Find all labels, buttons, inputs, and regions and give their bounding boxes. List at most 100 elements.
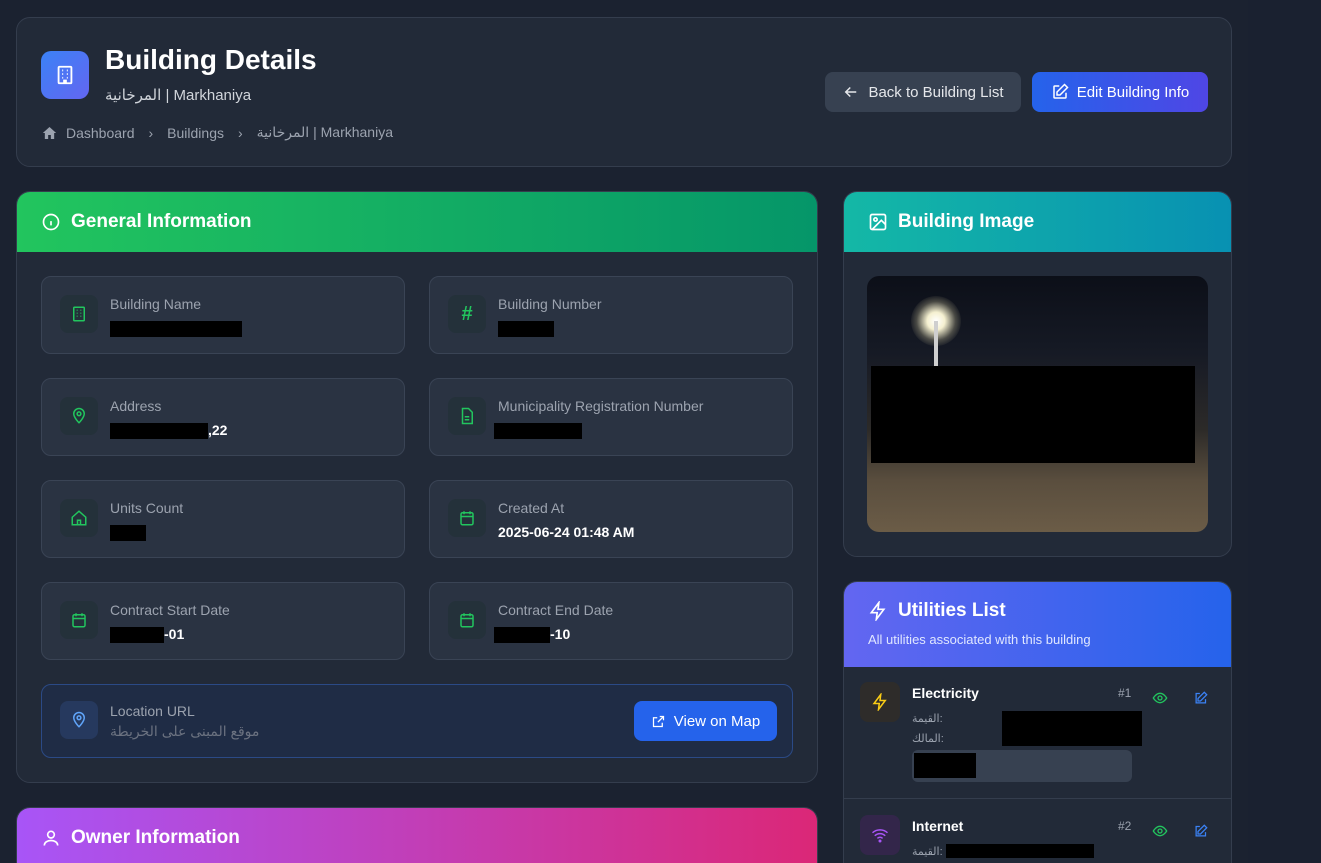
page-subtitle: المرخانية | Markhaniya [105, 87, 252, 104]
utility-notes-box [912, 750, 1132, 782]
building-photo[interactable] [867, 276, 1208, 532]
document-icon [448, 397, 486, 435]
lightning-icon [860, 682, 900, 722]
edit-building-button[interactable]: Edit Building Info [1032, 72, 1208, 112]
units-count-value [110, 524, 146, 542]
general-info-card: General Information Building Name # Buil… [16, 191, 818, 783]
utility-value-label: القيمة: [912, 846, 943, 858]
home-icon [60, 499, 98, 537]
redacted-block [110, 321, 242, 338]
units-count-label: Units Count [110, 500, 184, 516]
redacted-block [871, 366, 1195, 463]
owner-info-title: Owner Information [71, 827, 240, 848]
utility-number: #1 [1118, 686, 1132, 700]
municipality-field: Municipality Registration Number [429, 378, 793, 456]
page-right-strip [1248, 0, 1321, 863]
chevron-right-icon: › [148, 124, 154, 141]
contract-end-label: Contract End Date [498, 602, 614, 618]
general-info-header: General Information [17, 192, 817, 252]
edit-button-label: Edit Building Info [1076, 83, 1190, 101]
building-number-value [498, 320, 554, 338]
external-link-icon [652, 715, 664, 727]
eye-icon[interactable] [1150, 821, 1170, 841]
street-lamp-pole [934, 321, 938, 369]
map-pin-icon [60, 397, 98, 435]
utility-name: Internet [912, 818, 964, 834]
address-value-text: ,22 [208, 422, 228, 438]
location-url-value: موقع المبنى على الخريطة [110, 723, 260, 739]
address-value: ,22 [110, 422, 228, 440]
redacted-block [498, 321, 554, 338]
building-image-card: Building Image [843, 191, 1232, 557]
view-on-map-button[interactable]: View on Map [634, 701, 777, 741]
contract-end-field: Contract End Date -10 [429, 582, 793, 660]
lightning-icon [869, 601, 886, 621]
utility-name: Electricity [912, 685, 979, 701]
breadcrumb: Dashboard › Buildings › المرخانية | Mark… [41, 124, 393, 141]
building-icon [60, 295, 98, 333]
building-image-header: Building Image [844, 192, 1231, 252]
header-card: Building Details المرخانية | Markhaniya … [16, 17, 1232, 167]
calendar-icon [448, 499, 486, 537]
user-icon [43, 830, 59, 846]
edit-icon[interactable] [1190, 821, 1210, 841]
utility-number: #2 [1118, 819, 1132, 833]
address-label: Address [110, 398, 162, 414]
arrow-left-icon [845, 86, 857, 98]
building-icon [41, 51, 89, 99]
location-url-field: Location URL موقع المبنى على الخريطة Vie… [41, 684, 793, 758]
view-on-map-label: View on Map [673, 712, 761, 730]
back-button-label: Back to Building List [868, 83, 1004, 101]
breadcrumb-current: المرخانية | Markhaniya [256, 124, 393, 140]
redacted-block [110, 423, 208, 440]
building-number-field: # Building Number [429, 276, 793, 354]
page-title: Building Details [105, 44, 317, 75]
owner-info-header: Owner Information [17, 808, 817, 863]
contract-start-field: Contract Start Date -01 [41, 582, 405, 660]
breadcrumb-buildings[interactable]: Buildings [167, 125, 224, 141]
home-icon [42, 126, 57, 139]
units-count-field: Units Count [41, 480, 405, 558]
utility-value-label: القيمة: [912, 713, 943, 725]
breadcrumb-dashboard[interactable]: Dashboard [66, 125, 135, 141]
back-to-list-button[interactable]: Back to Building List [825, 72, 1021, 112]
utilities-title: Utilities List [898, 600, 1006, 621]
redacted-block [946, 844, 1094, 858]
contract-end-text: -10 [550, 626, 571, 642]
building-name-field: Building Name [41, 276, 405, 354]
municipality-value [494, 422, 582, 440]
municipality-label: Municipality Registration Number [498, 398, 704, 414]
created-at-label: Created At [498, 500, 565, 516]
contract-end-value: -10 [494, 626, 571, 644]
created-at-value: 2025-06-24 01:48 AM [498, 524, 635, 540]
redacted-block [110, 525, 146, 542]
utilities-header: Utilities List All utilities associated … [844, 582, 1231, 667]
hash-icon: # [448, 295, 486, 333]
building-name-value [110, 320, 242, 338]
building-name-label: Building Name [110, 296, 202, 312]
contract-start-text: -01 [164, 626, 185, 642]
building-number-label: Building Number [498, 296, 602, 312]
calendar-icon [60, 601, 98, 639]
eye-icon[interactable] [1150, 688, 1170, 708]
contract-start-value: -01 [110, 626, 185, 644]
redacted-block [494, 627, 550, 644]
utilities-subtitle: All utilities associated with this build… [868, 632, 1091, 647]
general-info-title: General Information [71, 211, 252, 232]
building-image-title: Building Image [898, 211, 1035, 232]
chevron-right-icon: › [238, 124, 243, 141]
redacted-block [1002, 711, 1142, 746]
utilities-card: Utilities List All utilities associated … [843, 581, 1232, 863]
info-icon [42, 213, 60, 231]
utility-owner-label: المالك: [912, 733, 944, 745]
image-icon [869, 213, 887, 231]
divider [844, 798, 1231, 799]
redacted-block [914, 753, 976, 778]
edit-icon[interactable] [1190, 688, 1210, 708]
owner-info-card: Owner Information [16, 807, 818, 863]
wifi-icon [860, 815, 900, 855]
edit-icon [1052, 83, 1069, 99]
address-field: Address ,22 [41, 378, 405, 456]
created-at-field: Created At 2025-06-24 01:48 AM [429, 480, 793, 558]
calendar-icon [448, 601, 486, 639]
